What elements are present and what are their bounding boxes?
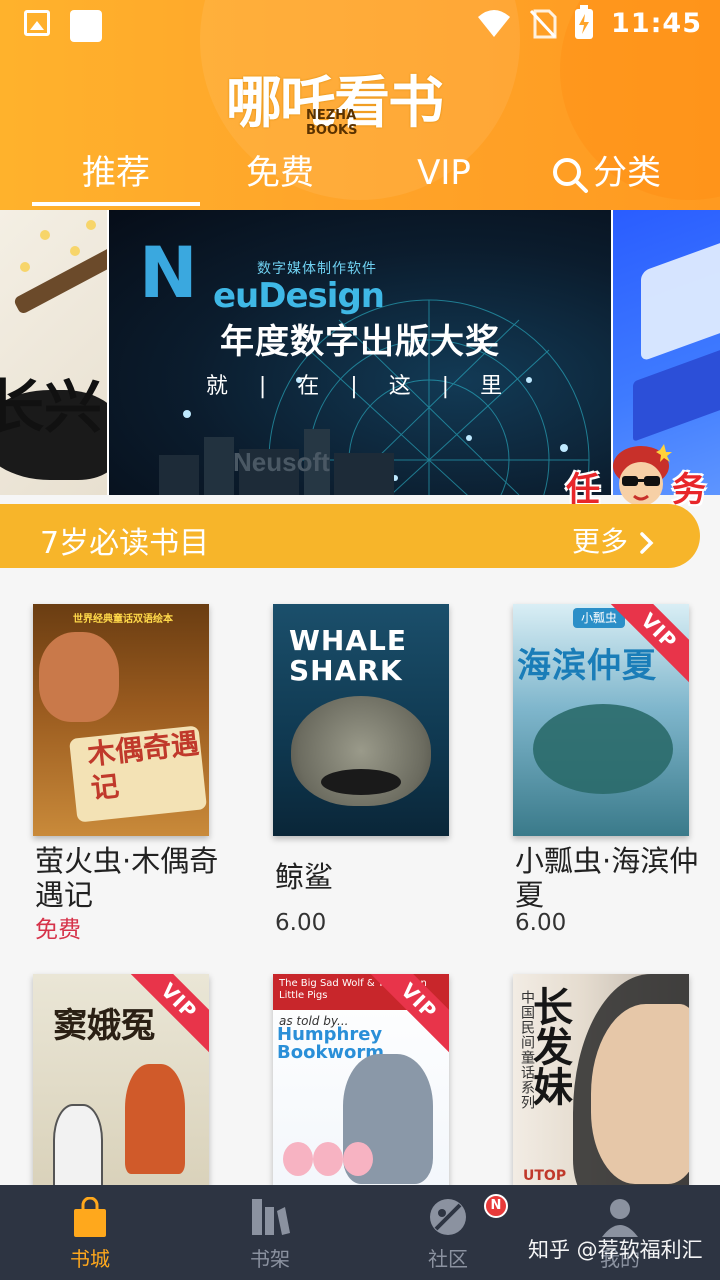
no-sim-icon [529,9,557,38]
search-icon [553,157,588,193]
book-title: 小瓢虫·海滨仲夏 [515,844,699,912]
book-price: 免费 [35,917,81,943]
book-cover[interactable]: 世界经典童话双语绘本 木偶奇遇记 [33,604,209,836]
book-cover[interactable]: 窦娥冤 VIP [33,974,209,1206]
notification-badge: N [484,1194,508,1218]
app-header: 11:45 哪吒看书 NEZHA BOOKS 推荐 免费 VIP 分类 [0,0,720,210]
city-skyline: Neusoft [159,429,394,495]
battery-charging-icon [575,4,594,39]
banner-headline: 年度数字出版大奖 [220,322,500,362]
banner-calligraphy: 长兴 [0,373,103,441]
nav-bookstore[interactable]: 书城 [30,1193,150,1279]
tab-free[interactable]: 免费 [244,148,316,204]
wifi-icon [478,9,511,37]
tab-vip[interactable]: VIP [414,148,474,204]
app-square-icon [70,10,102,42]
book-price: 6.00 [275,910,327,936]
chevron-right-icon [640,532,654,554]
banner-tagline: 就 | 在 | 这 | 里 [205,374,515,399]
bookshelf-icon [252,1199,290,1235]
profile-icon [602,1199,638,1237]
tab-category[interactable]: 分类 [548,148,664,204]
app-logo: 哪吒看书 NEZHA BOOKS [222,52,512,142]
top-tabs: 推荐 免费 VIP 分类 [0,138,720,210]
image-icon [24,10,50,36]
status-time: 11:45 [611,8,702,39]
community-icon [430,1199,466,1235]
neudesign-logo: N 数字媒体制作软件 euDesign [139,232,385,316]
bottom-navigation: 书城 书架 社区 我的 [0,1185,720,1280]
banner-slide-current[interactable]: N 数字媒体制作软件 euDesign 年度数字出版大奖 就 | 在 | 这 |… [109,210,611,495]
book-cover[interactable]: 中国民间童话系列 长发妹 UTOP [513,974,689,1206]
section-title: 7岁必读书目 [40,526,210,561]
status-bar: 11:45 [0,0,720,52]
book-cover[interactable]: The Big Sad Wolf & The Mean Little Pigs … [273,974,449,1206]
nav-bookshelf[interactable]: 书架 [210,1193,330,1279]
section-header: 7岁必读书目 更多 [0,504,700,568]
tab-recommend[interactable]: 推荐 [32,148,200,206]
logo-subtitle: NEZHA BOOKS [306,108,358,138]
book-cover[interactable]: 小瓢虫 海滨仲夏 VIP [513,604,689,836]
more-button[interactable]: 更多 [572,520,655,560]
svg-text:Neusoft: Neusoft [233,447,330,477]
book-price: 6.00 [515,910,567,936]
book-cover[interactable]: WHALE SHARK [273,604,449,836]
book-title: 萤火虫·木偶奇遇记 [35,844,219,912]
book-title: 鲸鲨 [275,860,334,894]
shopping-bag-icon [74,1197,106,1237]
watermark-text: 知乎 @荐软福利汇 [528,1238,703,1262]
banner-slide-prev[interactable]: 长兴 [0,210,107,495]
